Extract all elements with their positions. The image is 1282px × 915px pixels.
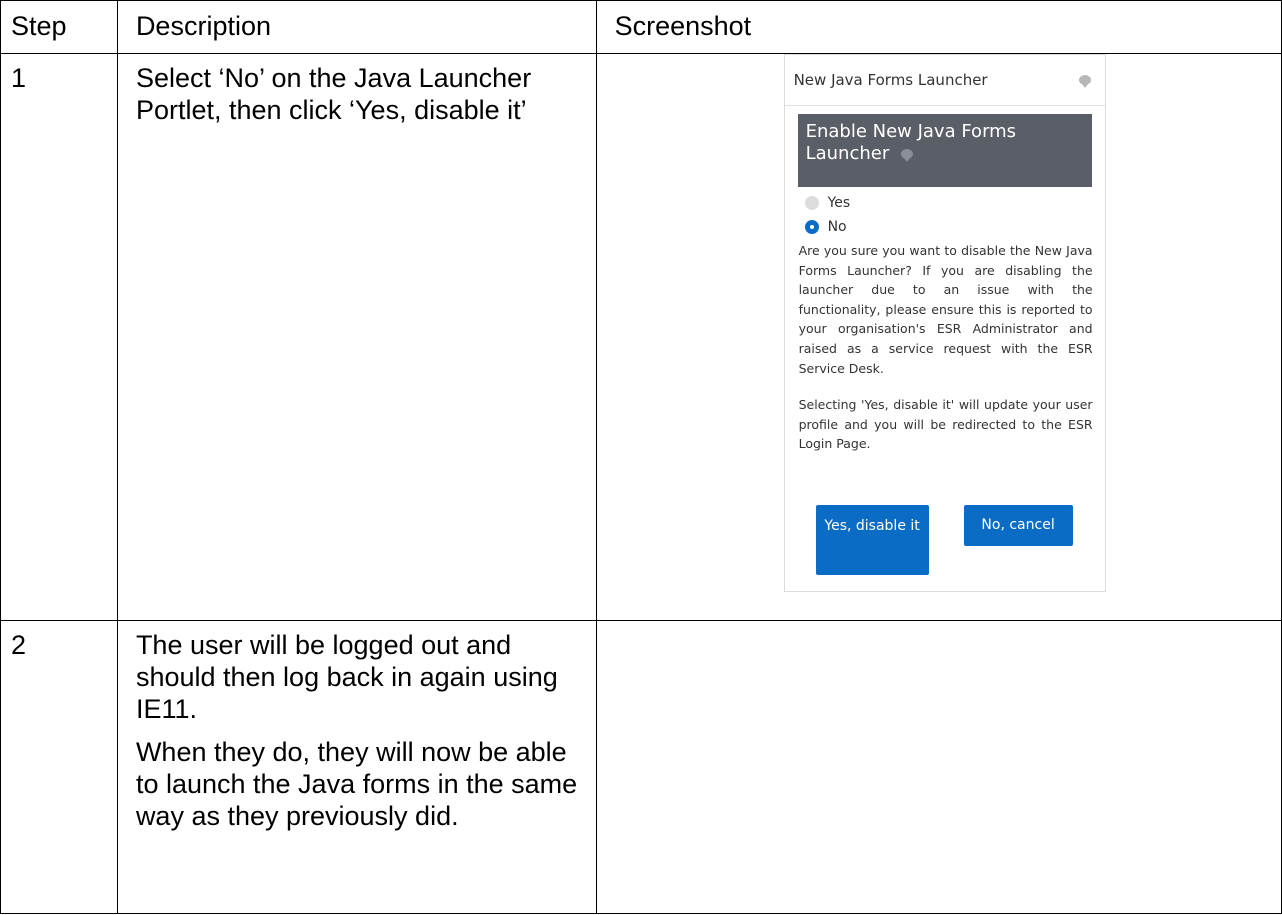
screenshot-cell: New Java Forms Launcher Enable New Java … xyxy=(595,53,1282,621)
portlet-title: New Java Forms Launcher xyxy=(784,55,1105,106)
help-icon[interactable] xyxy=(1078,75,1091,88)
confirmation-text: Are you sure you want to disable the New… xyxy=(785,239,1105,454)
launcher-radio-group: Yes No xyxy=(785,191,1105,239)
description-cell: The user will be logged out and should t… xyxy=(116,620,597,914)
no-cancel-button[interactable]: No, cancel xyxy=(963,505,1073,546)
table-header-row: Step Description Screenshot xyxy=(0,0,1282,54)
step-number: 2 xyxy=(11,630,27,660)
header-step: Step xyxy=(0,0,118,54)
java-launcher-portlet: New Java Forms Launcher Enable New Java … xyxy=(783,54,1106,592)
header-description-label: Description xyxy=(135,11,271,41)
table-row: 2 The user will be logged out and should… xyxy=(0,620,1282,914)
portlet-title-text: New Java Forms Launcher xyxy=(793,71,988,89)
description-cell: Select ‘No’ on the Java Launcher Portlet… xyxy=(116,53,597,621)
radio-option-yes[interactable]: Yes xyxy=(785,191,1105,215)
table-row: 1 Select ‘No’ on the Java Launcher Portl… xyxy=(0,53,1282,621)
step-description-followup: When they do, they will now be able to l… xyxy=(135,737,578,831)
header-screenshot-label: Screenshot xyxy=(614,11,752,41)
header-screenshot: Screenshot xyxy=(595,0,1282,54)
yes-disable-button[interactable]: Yes, disable it xyxy=(815,505,929,575)
step-number: 1 xyxy=(11,63,27,93)
screenshot-cell-empty xyxy=(595,620,1282,914)
radio-option-no[interactable]: No xyxy=(785,215,1105,239)
step-description: Select ‘No’ on the Java Launcher Portlet… xyxy=(135,63,532,125)
radio-label-yes: Yes xyxy=(827,195,851,211)
warning-paragraph: Are you sure you want to disable the New… xyxy=(798,243,1093,376)
instructions-table: Step Description Screenshot 1 Select ‘No… xyxy=(0,0,1282,914)
radio-unselected-icon[interactable] xyxy=(804,196,819,210)
help-icon[interactable] xyxy=(901,149,914,162)
redirect-paragraph: Selecting 'Yes, disable it' will update … xyxy=(798,397,1093,452)
step-cell: 2 xyxy=(0,620,118,914)
step-cell: 1 xyxy=(0,53,118,621)
header-step-label: Step xyxy=(11,11,67,41)
header-description: Description xyxy=(116,0,597,54)
step-description: The user will be logged out and should t… xyxy=(135,630,558,724)
section-heading: Enable New Java Forms Launcher xyxy=(797,114,1092,187)
radio-selected-icon[interactable] xyxy=(804,220,819,234)
radio-label-no: No xyxy=(827,219,847,235)
